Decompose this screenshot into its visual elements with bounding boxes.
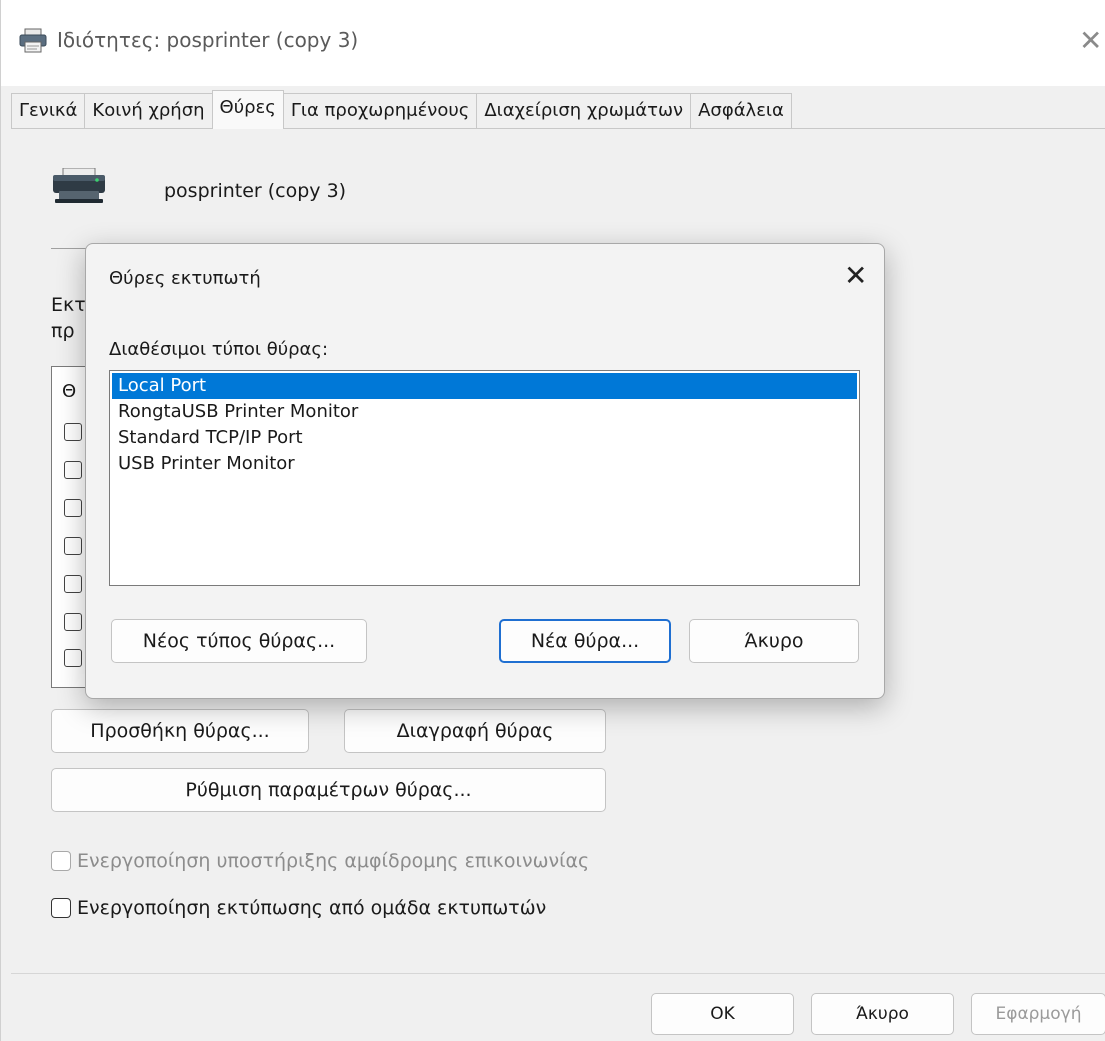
- tab-color-management[interactable]: Διαχείριση χρωμάτων: [476, 93, 692, 129]
- printer-pooling-option[interactable]: Ενεργοποίηση εκτύπωσης από ομάδα εκτυπωτ…: [51, 897, 546, 919]
- window-title: Ιδιότητες: posprinter (copy 3): [57, 28, 359, 52]
- tab-advanced[interactable]: Για προχωρημένους: [282, 93, 478, 129]
- printer-large-icon: [51, 168, 107, 204]
- new-port-type-button[interactable]: Νέος τύπος θύρας...: [111, 619, 367, 663]
- configure-port-button[interactable]: Ρύθμιση παραμέτρων θύρας...: [51, 768, 606, 812]
- printer-pooling-label: Ενεργοποίηση εκτύπωσης από ομάδα εκτυπωτ…: [77, 897, 547, 919]
- list-item-usb-printer-monitor[interactable]: USB Printer Monitor: [112, 451, 857, 477]
- title-bar: Ιδιότητες: posprinter (copy 3) ✕: [1, 0, 1105, 86]
- dialog-title: Θύρες εκτυπωτή: [109, 268, 261, 289]
- printer-name: posprinter (copy 3): [164, 180, 347, 202]
- port-column-header: Θ: [62, 381, 77, 402]
- available-port-types-label: Διαθέσιμοι τύποι θύρας:: [109, 339, 329, 360]
- cancel-button[interactable]: Άκυρο: [811, 993, 954, 1035]
- bidirectional-support-option: Ενεργοποίηση υποστήριξης αμφίδρομης επικ…: [51, 850, 589, 872]
- tab-panel-border: [11, 128, 1105, 129]
- printer-pooling-checkbox[interactable]: [51, 898, 71, 918]
- close-icon[interactable]: ✕: [844, 259, 867, 292]
- printer-properties-window: Ιδιότητες: posprinter (copy 3) ✕ Γενικά …: [0, 0, 1105, 1041]
- port-checkbox[interactable]: [64, 537, 82, 555]
- dialog-cancel-button[interactable]: Άκυρο: [689, 619, 859, 663]
- bidirectional-checkbox: [51, 851, 71, 871]
- tab-security[interactable]: Ασφάλεια: [690, 93, 792, 129]
- close-icon[interactable]: ✕: [1079, 24, 1102, 57]
- ok-button[interactable]: OK: [651, 993, 794, 1035]
- list-item-local-port[interactable]: Local Port: [112, 373, 857, 399]
- apply-button: Εφαρμογή: [971, 993, 1105, 1035]
- list-item-standard-tcpip[interactable]: Standard TCP/IP Port: [112, 425, 857, 451]
- printer-icon: [18, 28, 48, 54]
- list-item-rongta-usb[interactable]: RongtaUSB Printer Monitor: [112, 399, 857, 425]
- tab-general[interactable]: Γενικά: [11, 93, 86, 129]
- port-checkbox[interactable]: [64, 649, 82, 667]
- tab-ports[interactable]: Θύρες: [211, 90, 284, 129]
- new-port-button[interactable]: Νέα θύρα...: [499, 619, 671, 663]
- tab-sharing[interactable]: Κοινή χρήση: [84, 93, 213, 129]
- port-checkbox[interactable]: [64, 461, 82, 479]
- add-port-button[interactable]: Προσθήκη θύρας...: [51, 709, 309, 753]
- port-types-list[interactable]: Local Port RongtaUSB Printer Monitor Sta…: [109, 370, 860, 586]
- port-checkbox[interactable]: [64, 575, 82, 593]
- delete-port-button[interactable]: Διαγραφή θύρας: [344, 709, 606, 753]
- printer-ports-dialog: Θύρες εκτυπωτή ✕ Διαθέσιμοι τύποι θύρας:…: [85, 243, 885, 699]
- ports-description-label: Εκτ πρ: [51, 294, 86, 342]
- bidirectional-label: Ενεργοποίηση υποστήριξης αμφίδρομης επικ…: [77, 850, 590, 872]
- port-checkbox[interactable]: [64, 499, 82, 517]
- footer-separator: [11, 973, 1105, 974]
- port-checkbox[interactable]: [64, 423, 82, 441]
- tab-strip: Γενικά Κοινή χρήση Θύρες Για προχωρημένο…: [11, 90, 792, 129]
- port-checkbox[interactable]: [64, 613, 82, 631]
